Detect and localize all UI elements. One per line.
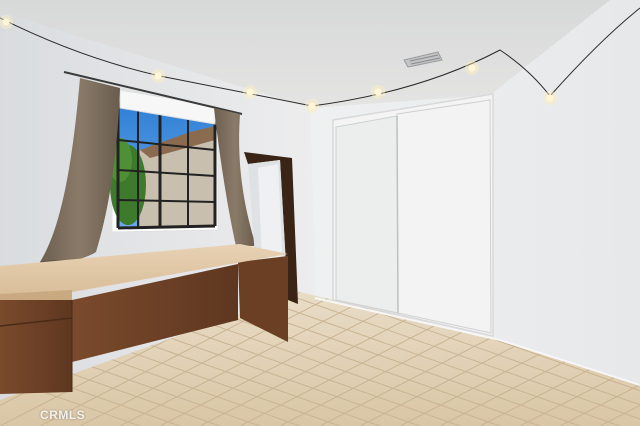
light-bulb — [546, 94, 554, 102]
watermark: CRMLS — [40, 408, 86, 422]
closet-door-right[interactable] — [396, 99, 492, 334]
light-bulb — [308, 102, 316, 110]
window — [108, 89, 219, 233]
light-bulb — [154, 72, 162, 80]
light-bulb — [2, 18, 10, 26]
closet-door-left[interactable] — [335, 115, 399, 314]
light-bulb — [374, 88, 382, 96]
room-illustration — [0, 0, 640, 426]
light-bulb — [246, 88, 254, 96]
closet — [332, 93, 494, 337]
light-bulb — [468, 64, 476, 72]
room-photo: CRMLS — [0, 0, 640, 426]
